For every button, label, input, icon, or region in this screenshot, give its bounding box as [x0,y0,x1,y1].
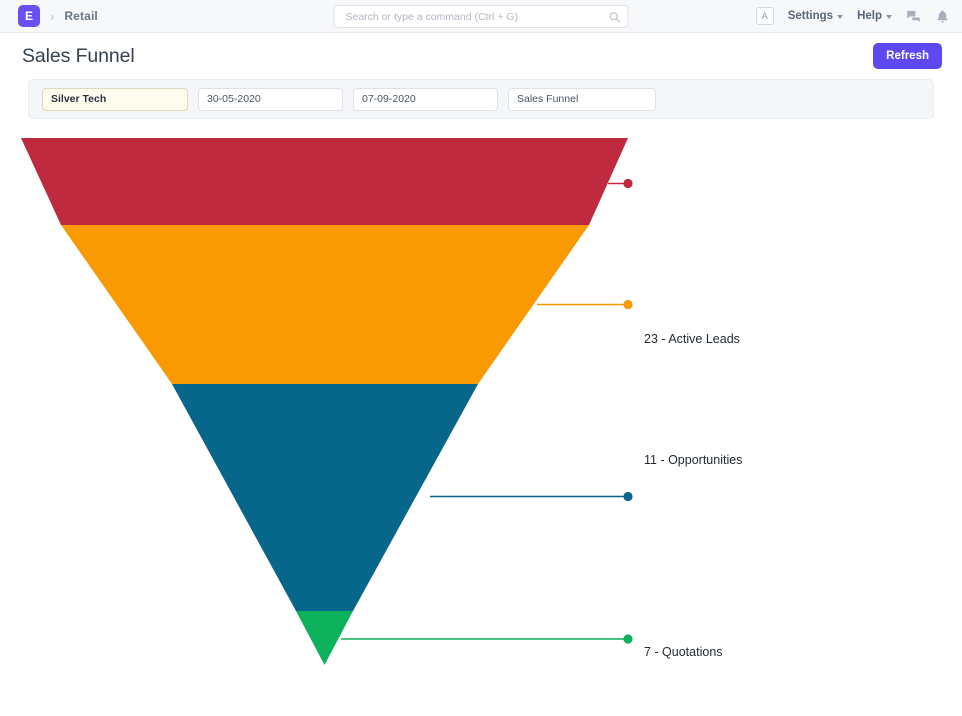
breadcrumb-link-retail[interactable]: Retail [64,9,98,23]
filter-from-date-input[interactable] [198,87,343,111]
bell-icon[interactable] [935,9,950,24]
sales-funnel-chart: 23 - Active Leads 11 - Opportunities 7 -… [0,119,962,679]
funnel-segment-active-leads[interactable] [21,138,628,225]
breadcrumb-separator-icon: › [50,8,55,24]
comment-icon[interactable] [906,9,921,24]
funnel-svg [21,138,633,665]
search-icon [609,11,621,23]
navbar-left: E › Retail [18,5,98,27]
help-label: Help [857,10,882,22]
connector-dot-quotations [623,491,633,502]
filter-to-date-input[interactable] [353,87,498,111]
navbar-right: A Settings Help [755,7,950,25]
search-input[interactable] [343,9,609,24]
refresh-button[interactable]: Refresh [873,43,942,69]
top-navbar: E › Retail A Settings Help [0,0,962,33]
chevron-down-icon [886,14,892,19]
funnel-label-quotations: 7 - Quotations [644,645,723,659]
app-logo[interactable]: E [18,5,40,27]
funnel-segment-converted[interactable] [296,611,353,665]
funnel-label-opportunities: 11 - Opportunities [644,453,743,467]
search-bar[interactable] [333,5,629,28]
funnel-segment-quotations[interactable] [172,384,478,611]
filter-company-input[interactable] [42,87,188,111]
settings-label: Settings [787,10,834,22]
help-menu[interactable]: Help [857,10,892,22]
page-header: Sales Funnel Refresh [0,33,962,79]
connector-dot-active-leads [623,178,633,189]
funnel-label-active-leads: 23 - Active Leads [644,332,740,346]
funnel-segment-opportunities[interactable] [61,225,589,384]
avatar[interactable]: A [755,7,774,25]
filter-bar [28,79,934,119]
page-title: Sales Funnel [22,44,135,67]
navbar-center [333,5,629,28]
settings-menu[interactable]: Settings [787,10,844,22]
chevron-down-icon [837,14,844,19]
filter-report-name-input[interactable] [508,87,656,111]
connector-dot-opportunities [623,299,633,310]
connector-dot-converted [623,634,633,644]
